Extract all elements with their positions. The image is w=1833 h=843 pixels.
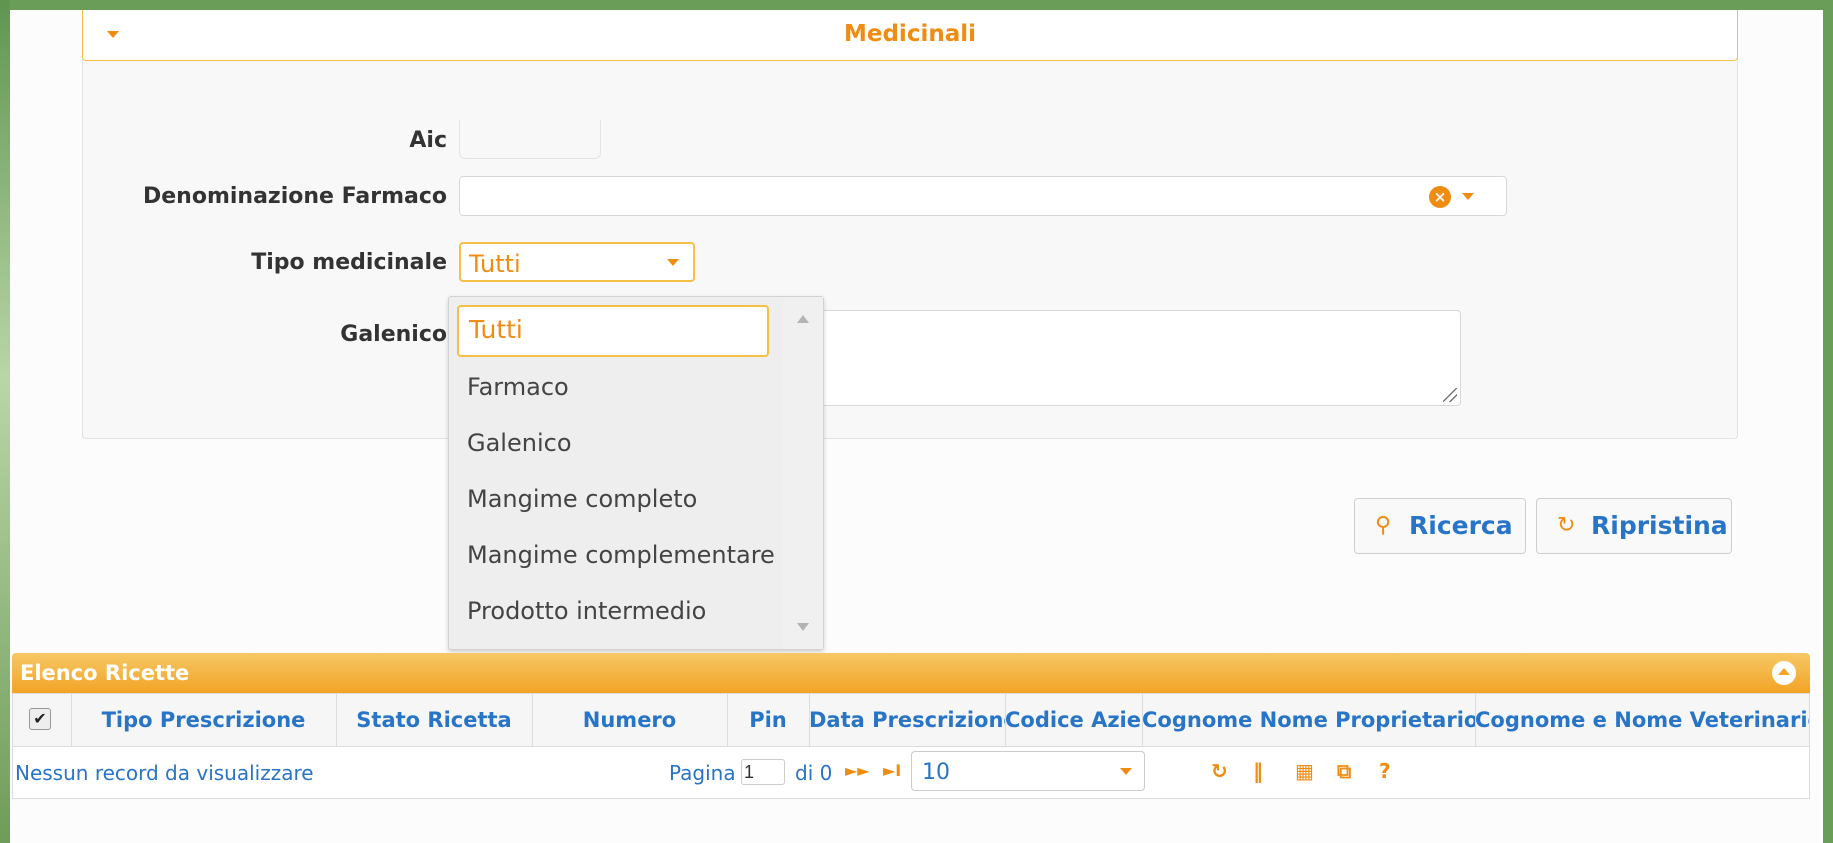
clear-icon[interactable]: ×	[1429, 186, 1451, 208]
window-frame-left	[0, 0, 10, 843]
scroll-up-icon[interactable]	[797, 315, 809, 323]
chevron-down-icon[interactable]	[667, 259, 679, 266]
column-header[interactable]: Data Prescrizione	[809, 694, 1006, 746]
columns-icon[interactable]: ‖	[1253, 759, 1263, 783]
dropdown-option[interactable]: Prodotto intermedio	[467, 597, 706, 625]
dropdown-option[interactable]: Mangime complementare	[467, 541, 775, 569]
search-icon: ⚲	[1375, 513, 1392, 538]
chevron-down-icon[interactable]	[1462, 193, 1474, 200]
select-all-column: ✔	[13, 694, 72, 746]
page-label: Pagina	[669, 761, 736, 785]
grid-footer: Nessun record da visualizzare Pagina di …	[12, 747, 1810, 799]
column-header[interactable]: Cognome e Nome Veterinario	[1475, 694, 1809, 746]
galenico-label: Galenico	[340, 322, 447, 347]
page-count: di 0	[795, 761, 833, 785]
collapse-grid-icon[interactable]	[1772, 661, 1796, 685]
scroll-down-icon[interactable]	[797, 623, 809, 631]
select-all-checkbox[interactable]: ✔	[29, 708, 51, 730]
aic-label: Aic	[409, 128, 447, 153]
help-icon[interactable]: ?	[1379, 759, 1391, 783]
column-header[interactable]: Tipo Prescrizione	[71, 694, 337, 746]
refresh-icon[interactable]: ↻	[1211, 759, 1228, 783]
rows-per-page-value: 10	[922, 760, 950, 785]
grid-title: Elenco Ricette	[20, 661, 190, 685]
empty-message: Nessun record da visualizzare	[15, 761, 314, 785]
dropdown-option[interactable]: Galenico	[467, 429, 572, 457]
next-page-icon[interactable]: ►►	[845, 761, 870, 780]
tipo-medicinale-dropdown: Tutti Farmaco Galenico Mangime completo …	[448, 296, 824, 650]
page: Medicinali Aic Denominazione Farmaco × T…	[10, 10, 1823, 843]
chevron-down-icon[interactable]	[1120, 768, 1132, 775]
search-button[interactable]: ⚲ Ricerca	[1354, 498, 1526, 554]
dropdown-option[interactable]: Mangime completo	[467, 485, 697, 513]
tipo-medicinale-label: Tipo medicinale	[251, 250, 447, 275]
denominazione-combobox[interactable]: ×	[459, 176, 1507, 216]
column-header[interactable]: Cognome Nome Proprietario	[1142, 694, 1476, 746]
reset-icon: ↻	[1557, 513, 1576, 538]
dropdown-option-selected[interactable]: Tutti	[457, 305, 769, 357]
page-number-input[interactable]	[741, 759, 785, 785]
grid-column-headers: ✔ Tipo Prescrizione Stato Ricetta Numero…	[12, 693, 1810, 747]
reset-button[interactable]: ↻ Ripristina	[1536, 498, 1732, 554]
dropdown-option[interactable]: Farmaco	[467, 373, 569, 401]
tipo-medicinale-value: Tutti	[469, 250, 521, 278]
dropdown-scrollbar[interactable]	[783, 297, 823, 649]
column-header[interactable]: Numero	[532, 694, 728, 746]
denominazione-label: Denominazione Farmaco	[143, 184, 447, 209]
rows-per-page-select[interactable]: 10	[911, 751, 1145, 791]
reset-button-label: Ripristina	[1591, 511, 1728, 540]
column-header[interactable]: Pin	[727, 694, 810, 746]
tipo-medicinale-select[interactable]: Tutti	[459, 242, 695, 282]
aic-input[interactable]	[459, 120, 601, 159]
popout-icon[interactable]: ⧉	[1337, 759, 1351, 783]
search-button-label: Ricerca	[1409, 511, 1513, 540]
resize-grip-icon[interactable]	[1443, 388, 1457, 402]
grid-header: Elenco Ricette	[12, 653, 1810, 693]
column-header[interactable]: Codice Aziei	[1005, 694, 1143, 746]
medicinali-panel: Medicinali Aic Denominazione Farmaco × T…	[82, 10, 1738, 439]
last-page-icon[interactable]: ►I	[883, 761, 901, 780]
medicinali-panel-header[interactable]: Medicinali	[82, 10, 1738, 61]
panel-title: Medicinali	[843, 21, 976, 47]
grid-icon[interactable]: ▦	[1295, 759, 1314, 783]
column-header[interactable]: Stato Ricetta	[336, 694, 533, 746]
